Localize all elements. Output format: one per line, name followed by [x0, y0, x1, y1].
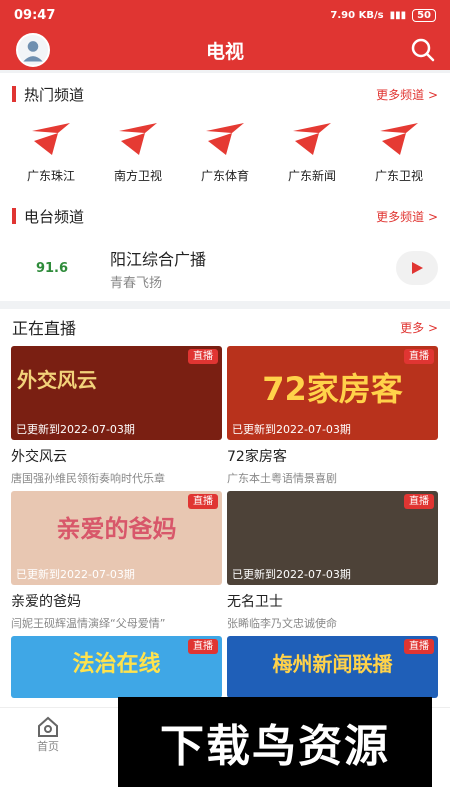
live-badge: 直播	[188, 639, 218, 654]
home-icon	[38, 716, 58, 737]
section-title: 热门频道	[24, 85, 85, 104]
more-channels-link[interactable]: 更多频道 >	[376, 86, 438, 103]
thumbnail-text: 亲爱的爸妈	[56, 515, 177, 543]
channel-label: 广东卫视	[374, 169, 423, 183]
radio-subtitle: 青春飞扬	[110, 275, 163, 291]
live-badge: 直播	[404, 349, 434, 364]
section-marker	[12, 208, 16, 224]
channel-label: 广东珠江	[26, 169, 75, 183]
section-marker	[12, 86, 16, 102]
channel-logo-icon	[119, 123, 157, 155]
program-title: 外交风云	[11, 449, 67, 465]
program-card[interactable]: 外交风云 直播 已更新到2022-07-03期 外交风云 唐国强孙维民领衔奏响时…	[11, 346, 222, 486]
channel-logo-icon	[293, 123, 331, 155]
program-desc: 广东本土粤语情景喜剧	[227, 472, 337, 485]
tab-home[interactable]: 首页	[36, 716, 60, 754]
status-time: 09:47	[14, 7, 56, 23]
signal-icon: ▮▮▮	[389, 9, 407, 21]
page-title: 电视	[205, 40, 244, 63]
program-thumbnail: 直播 已更新到2022-07-03期	[227, 491, 438, 585]
network-speed: 7.90 KB/s	[330, 9, 384, 21]
live-badge: 直播	[404, 494, 434, 509]
program-thumbnail: 72家房客 直播 已更新到2022-07-03期	[227, 346, 438, 440]
play-button[interactable]	[396, 251, 438, 285]
radio-section: 电台频道 更多频道 > 91.6 阳江综合广播 青春飞扬	[0, 195, 450, 301]
program-thumbnail: 法治在线 直播	[11, 636, 222, 698]
live-badge: 直播	[188, 349, 218, 364]
program-card[interactable]: 直播 已更新到2022-07-03期 无名卫士 张睎临李乃文忠诚使命	[227, 491, 438, 631]
more-link[interactable]: 更多 >	[400, 319, 438, 336]
program-desc: 张睎临李乃文忠诚使命	[227, 617, 337, 630]
channel-item[interactable]: 广东体育	[184, 115, 266, 184]
update-label: 已更新到2022-07-03期	[232, 423, 351, 436]
channel-label: 南方卫视	[113, 169, 162, 183]
program-title: 72家房客	[227, 449, 287, 465]
channel-logo-icon	[380, 123, 418, 155]
channel-logo-icon	[206, 123, 244, 155]
radio-item[interactable]: 91.6 阳江综合广播 青春飞扬	[0, 237, 450, 299]
program-thumbnail: 亲爱的爸妈 直播 已更新到2022-07-03期	[11, 491, 222, 585]
thumbnail-text: 外交风云	[17, 368, 97, 392]
radio-name: 阳江综合广播	[110, 249, 207, 269]
channel-item[interactable]: 广东卫视	[358, 115, 440, 184]
program-desc: 唐国强孙维民领衔奏响时代乐章	[11, 472, 165, 485]
more-channels-link[interactable]: 更多频道 >	[376, 208, 438, 225]
channel-item[interactable]: 南方卫视	[97, 115, 179, 184]
thumbnail-text: 72家房客	[262, 370, 403, 408]
program-card[interactable]: 法治在线 直播	[11, 636, 222, 698]
tab-label: 首页	[37, 740, 59, 753]
play-icon	[412, 262, 423, 274]
channel-logo-icon	[32, 123, 70, 155]
program-card[interactable]: 72家房客 直播 已更新到2022-07-03期 72家房客 广东本土粤语情景喜…	[227, 346, 438, 486]
radio-logo: 91.6	[35, 260, 69, 276]
section-title: 电台频道	[24, 207, 85, 226]
program-thumbnail: 外交风云 直播 已更新到2022-07-03期	[11, 346, 222, 440]
status-bar: 09:47 7.90 KB/s ▮▮▮ 50	[0, 0, 450, 30]
hot-channels-section: 热门频道 更多频道 > 广东珠江 南方卫视 广东体育 广东新闻 广东卫视	[0, 73, 450, 195]
channel-item[interactable]: 广东珠江	[10, 115, 92, 184]
live-badge: 直播	[188, 494, 218, 509]
section-title: 正在直播	[12, 319, 77, 338]
channel-item[interactable]: 广东新闻	[271, 115, 353, 184]
channel-label: 广东新闻	[287, 169, 336, 183]
program-card[interactable]: 梅州新闻联播 直播	[227, 636, 438, 698]
search-icon[interactable]	[410, 37, 436, 63]
battery-icon: 50	[412, 8, 436, 22]
live-badge: 直播	[404, 639, 434, 654]
update-label: 已更新到2022-07-03期	[232, 568, 351, 581]
avatar[interactable]	[16, 33, 50, 67]
program-thumbnail: 梅州新闻联播 直播	[227, 636, 438, 698]
program-title: 无名卫士	[227, 594, 283, 610]
top-bar: 电视	[0, 30, 450, 70]
update-label: 已更新到2022-07-03期	[16, 568, 135, 581]
channel-label: 广东体育	[200, 169, 249, 183]
watermark-overlay: 下载鸟资源	[118, 697, 432, 787]
program-desc: 闫妮王砚辉温情演绎“父母爱情”	[11, 617, 166, 630]
program-card[interactable]: 亲爱的爸妈 直播 已更新到2022-07-03期 亲爱的爸妈 闫妮王砚辉温情演绎…	[11, 491, 222, 631]
update-label: 已更新到2022-07-03期	[16, 423, 135, 436]
program-title: 亲爱的爸妈	[11, 594, 81, 610]
